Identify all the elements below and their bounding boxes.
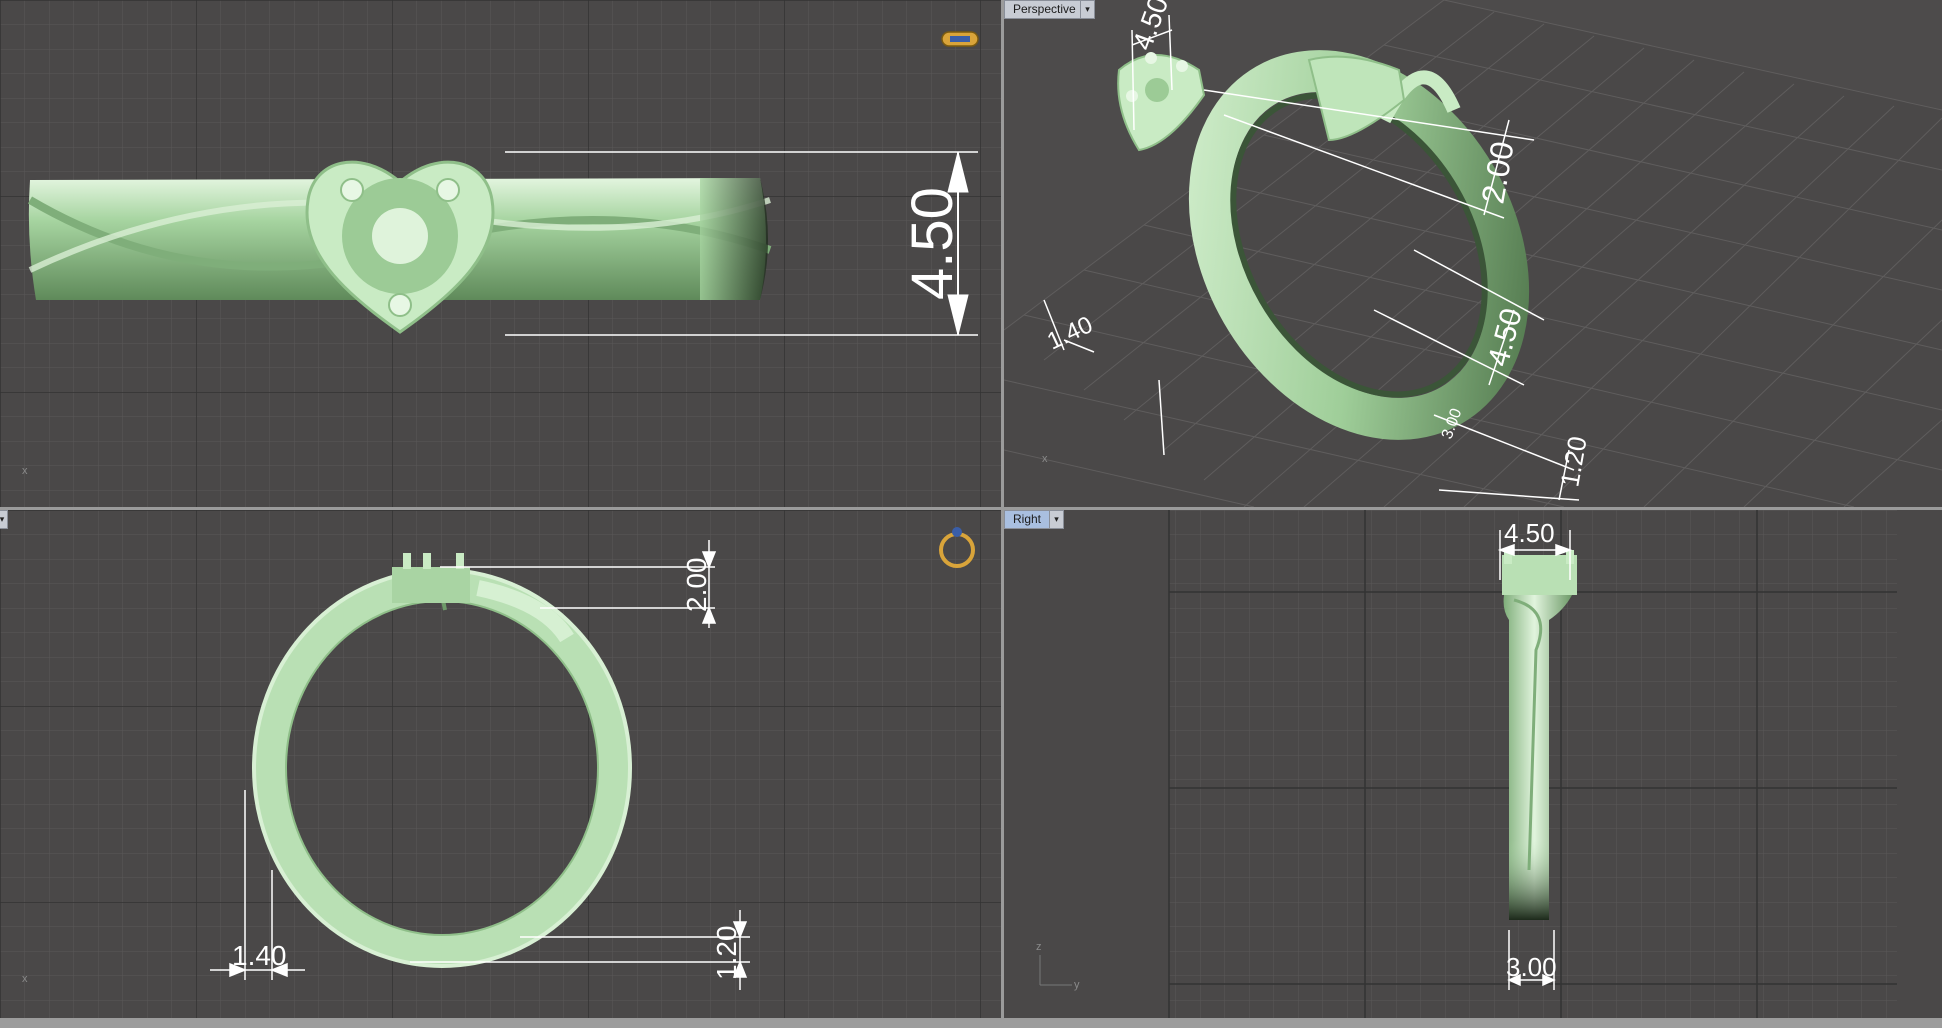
- front-dim-thickness: 1.20: [711, 926, 742, 981]
- top-view-canvas: 4.50 x: [0, 0, 1001, 507]
- axis-x-label: x: [22, 465, 28, 477]
- perspective-canvas: 4.50 2.00 4.50 1.20 1.40 3.00 x: [1004, 0, 1942, 507]
- right-axis-z-label: z: [1036, 941, 1042, 953]
- front-dim-head-height: 2.00: [681, 558, 712, 613]
- right-dim-bottom-width: 3.00: [1506, 952, 1557, 982]
- top-dim-label: 4.50: [900, 187, 965, 300]
- head-front[interactable]: [392, 553, 470, 603]
- viewport-top[interactable]: 4.50 x: [0, 0, 1001, 507]
- viewport-menu-icon[interactable]: ▾: [0, 510, 8, 529]
- persp-axis-label: x: [1042, 453, 1048, 465]
- right-view-canvas: 4.50 3.00 z y: [1036, 510, 1897, 1018]
- chevron-down-icon[interactable]: ▾: [1080, 0, 1095, 19]
- persp-dim-top-width: 4.50: [1127, 0, 1175, 54]
- front-dim-side: 1.40: [232, 940, 287, 971]
- viewport-front[interactable]: 2.00 1.20 1.40 x ▾: [0, 510, 1001, 1018]
- status-bar: [0, 1018, 1942, 1028]
- front-view-canvas: 2.00 1.20 1.40 x: [0, 510, 1001, 1018]
- viewport-label-right[interactable]: Right: [1004, 510, 1051, 529]
- heart-head-perspective[interactable]: [1117, 52, 1206, 152]
- right-axis-y-label: y: [1074, 979, 1080, 991]
- ring-navigator-icon[interactable]: [941, 31, 979, 47]
- chevron-down-icon[interactable]: ▾: [1049, 510, 1064, 529]
- viewport-label-perspective[interactable]: Perspective: [1004, 0, 1085, 19]
- viewport-perspective[interactable]: 4.50 2.00 4.50 1.20 1.40 3.00 x Perspect…: [1004, 0, 1942, 507]
- right-dim-top-width: 4.50: [1504, 518, 1555, 548]
- axis-indicator: [1039, 955, 1072, 986]
- viewport-right[interactable]: 4.50 3.00 z y Right ▾: [1004, 510, 1942, 1018]
- front-axis-label: x: [22, 973, 28, 985]
